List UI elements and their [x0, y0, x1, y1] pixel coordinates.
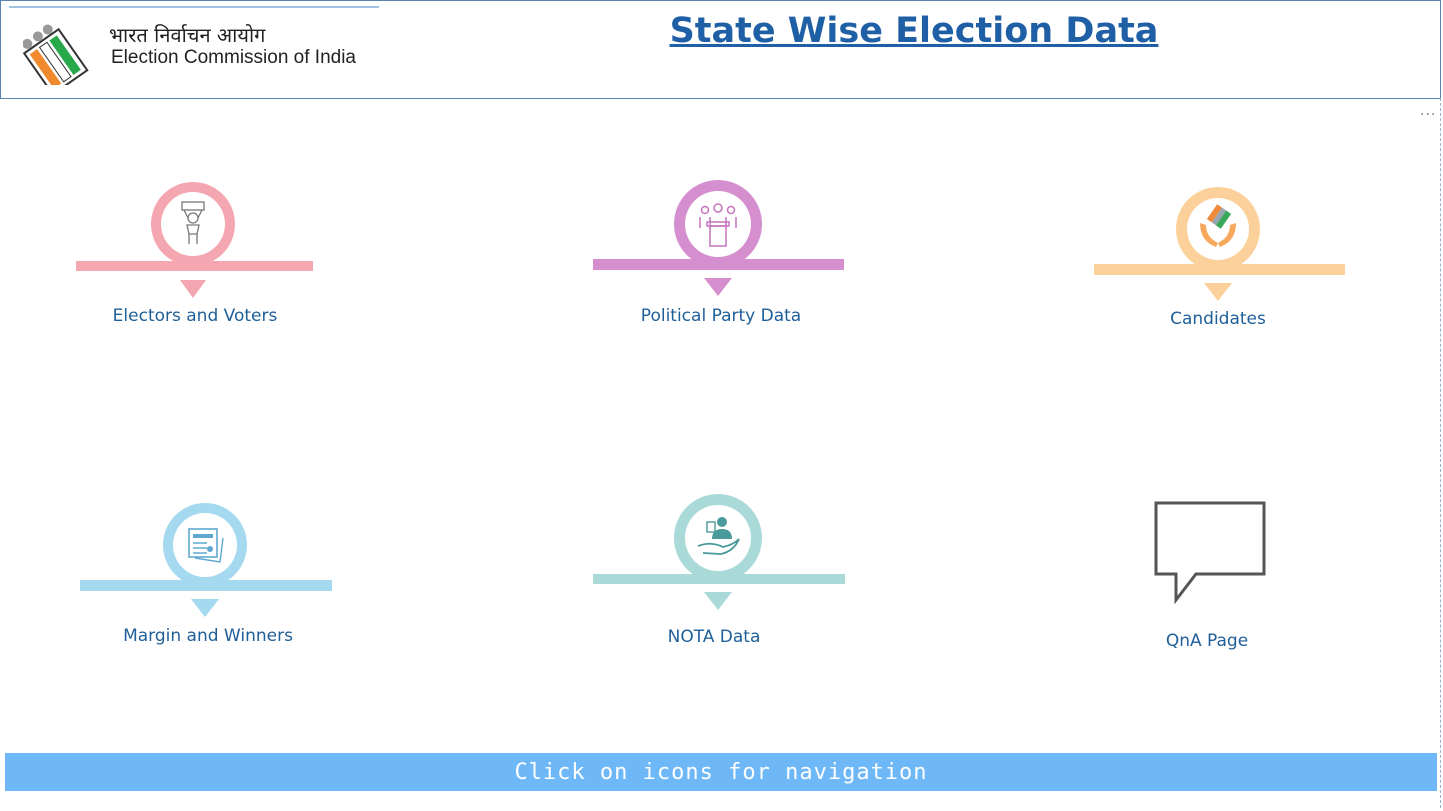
logo-hindi-text: भारत निर्वाचन आयोग — [109, 23, 266, 47]
nav-candidates[interactable]: Candidates — [1094, 181, 1345, 341]
nav-margin-and-winners[interactable]: Margin and Winners — [80, 498, 332, 658]
canvas-edge-divider — [1440, 98, 1441, 808]
nav-qna-page[interactable]: QnA Page — [1150, 498, 1270, 658]
podium-icon — [593, 180, 844, 296]
nav-political-party-data[interactable]: Political Party Data — [593, 176, 844, 336]
page-title[interactable]: State Wise Election Data — [388, 11, 1440, 51]
nav-label: Electors and Voters — [112, 306, 278, 326]
logo-english-text: Election Commission of India — [111, 47, 356, 68]
ballot-paper-icon — [80, 503, 332, 617]
hand-person-icon — [593, 494, 845, 610]
nav-label: Candidates — [1170, 309, 1266, 329]
more-options-icon[interactable]: ... — [1420, 103, 1436, 119]
eci-logo-icon — [23, 24, 89, 85]
nav-label: QnA Page — [1165, 631, 1249, 651]
logo-divider — [9, 6, 379, 8]
nav-label: Political Party Data — [640, 306, 802, 326]
nav-nota-data[interactable]: NOTA Data — [593, 491, 845, 651]
speech-bubble-icon — [1154, 501, 1266, 605]
navigation-hint-text: Click on icons for navigation — [514, 760, 928, 785]
navigation-hint-banner: Click on icons for navigation — [5, 753, 1437, 791]
nav-electors-and-voters[interactable]: Electors and Voters — [76, 178, 313, 338]
logo-panel: भारत निर्वाचन आयोग Election Commission o… — [0, 0, 389, 99]
voter-icon — [76, 182, 313, 298]
nav-label: Margin and Winners — [123, 626, 293, 646]
title-panel: State Wise Election Data — [388, 0, 1441, 99]
nav-label: NOTA Data — [667, 627, 761, 647]
hands-ballot-icon — [1094, 187, 1345, 301]
